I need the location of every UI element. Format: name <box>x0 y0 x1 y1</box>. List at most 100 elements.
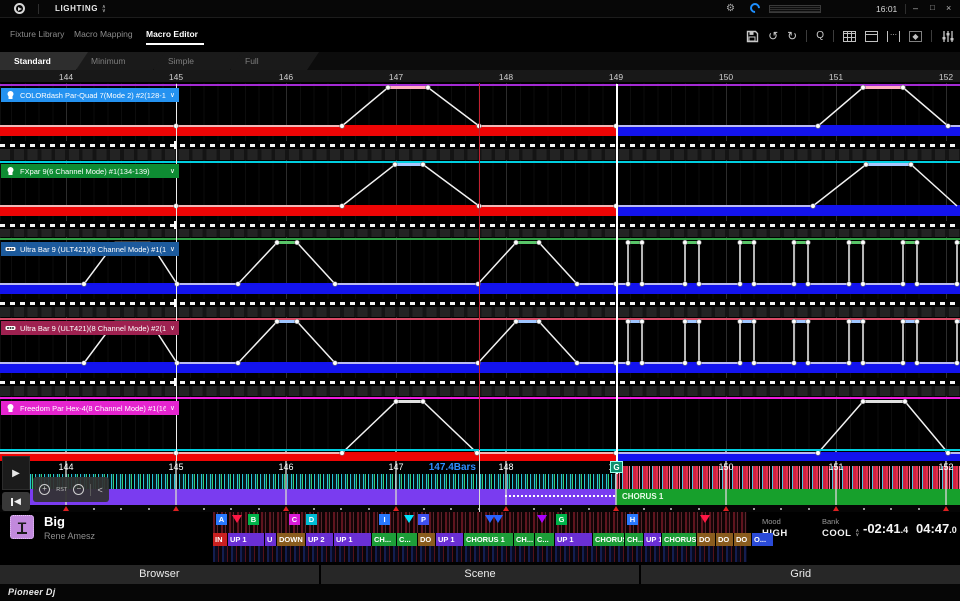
envelope-point[interactable] <box>738 240 743 245</box>
save-icon[interactable] <box>746 30 759 43</box>
envelope-point[interactable] <box>847 240 852 245</box>
editor-bar-ruler[interactable]: 144145146147148149150151152 <box>0 70 960 83</box>
cue-point-badge[interactable]: G <box>556 514 567 525</box>
cue-point-triangle-icon[interactable] <box>493 515 503 523</box>
envelope-point[interactable] <box>752 282 757 287</box>
cue-point-badge[interactable]: A <box>216 514 227 525</box>
envelope-point[interactable] <box>811 204 816 209</box>
quantize-button[interactable]: Q <box>816 29 824 43</box>
cue-point-triangle-icon[interactable] <box>700 515 710 523</box>
envelope-point[interactable] <box>806 282 811 287</box>
envelope-point[interactable] <box>792 319 797 324</box>
envelope-point[interactable] <box>333 361 338 366</box>
chevron-down-icon[interactable]: ∨ <box>170 324 175 332</box>
overview-phrase-strip-right[interactable] <box>616 489 960 505</box>
envelope-point[interactable] <box>683 361 688 366</box>
envelope-point[interactable] <box>738 361 743 366</box>
phrase-segment[interactable]: UP 2 <box>306 533 333 546</box>
envelope-point[interactable] <box>901 282 906 287</box>
envelope-point[interactable] <box>275 240 280 245</box>
envelope-point[interactable] <box>386 85 391 90</box>
envelope-point[interactable] <box>537 240 542 245</box>
envelope-point[interactable] <box>683 240 688 245</box>
keyframe-icon[interactable]: ◆ <box>909 31 922 42</box>
phrase-segment[interactable]: DO <box>734 533 751 546</box>
envelope-point[interactable] <box>82 282 87 287</box>
envelope-point[interactable] <box>340 451 345 456</box>
skip-to-start-button[interactable]: ◀ <box>2 492 30 511</box>
envelope-point[interactable] <box>915 361 920 366</box>
minimize-button[interactable]: – <box>913 3 918 13</box>
envelope-point[interactable] <box>640 361 645 366</box>
cue-marker-g[interactable]: G <box>610 461 623 473</box>
envelope-point[interactable] <box>697 240 702 245</box>
cue-marker-line[interactable] <box>616 84 618 474</box>
envelope-point[interactable] <box>901 240 906 245</box>
mode-title[interactable]: LIGHTING∧∨ <box>55 4 106 13</box>
collapse-panel-button[interactable]: < <box>98 485 103 495</box>
envelope-point[interactable] <box>275 319 280 324</box>
cue-point-badge[interactable]: I <box>379 514 390 525</box>
envelope-point[interactable] <box>861 85 866 90</box>
envelope-point[interactable] <box>640 282 645 287</box>
envelope-point[interactable] <box>626 319 631 324</box>
grid-button[interactable]: Grid <box>641 565 960 584</box>
chevron-down-icon[interactable]: ∨ <box>170 245 175 253</box>
phrase-segment[interactable]: UP 1 <box>644 533 661 546</box>
envelope-point[interactable] <box>946 451 951 456</box>
range-select-icon[interactable]: ⋯ <box>887 31 900 42</box>
envelope-point[interactable] <box>955 240 960 245</box>
envelope-point[interactable] <box>683 319 688 324</box>
envelope-point[interactable] <box>514 240 519 245</box>
phrase-segment[interactable]: CHORUS 1 <box>464 533 513 546</box>
bank-value[interactable]: COOL∧∨ <box>822 528 860 539</box>
tab-fixture-library[interactable]: Fixture Library <box>10 29 64 39</box>
envelope-point[interactable] <box>394 399 399 404</box>
envelope-point[interactable] <box>626 361 631 366</box>
envelope-point[interactable] <box>847 361 852 366</box>
envelope-point[interactable] <box>575 282 580 287</box>
envelope-point[interactable] <box>683 282 688 287</box>
phrase-segment[interactable]: C... <box>535 533 554 546</box>
envelope-point[interactable] <box>915 240 920 245</box>
subtab-standard[interactable]: Standard <box>0 52 88 70</box>
master-slider[interactable] <box>769 5 821 13</box>
cue-point-badge[interactable]: D <box>306 514 317 525</box>
envelope-point[interactable] <box>792 361 797 366</box>
tab-macro-editor[interactable]: Macro Editor <box>146 29 198 39</box>
envelope-point[interactable] <box>816 451 821 456</box>
phrase-segment[interactable]: DO <box>418 533 435 546</box>
tab-macro-mapping[interactable]: Macro Mapping <box>74 29 133 39</box>
envelope-point[interactable] <box>806 319 811 324</box>
maximize-button[interactable]: □ <box>930 3 935 12</box>
bank-spinner-icon[interactable]: ∧∨ <box>855 529 859 537</box>
phrase-segment[interactable]: DO <box>697 533 715 546</box>
subtab-full[interactable]: Full <box>231 52 319 70</box>
envelope-point[interactable] <box>861 319 866 324</box>
envelope-point[interactable] <box>806 361 811 366</box>
cue-point-badge[interactable]: P <box>418 514 429 525</box>
envelope-point[interactable] <box>697 319 702 324</box>
phrase-segment[interactable]: UP 1 <box>334 533 371 546</box>
envelope-point[interactable] <box>861 282 866 287</box>
envelope-point[interactable] <box>861 399 866 404</box>
phrase-segment[interactable]: DOWN <box>277 533 305 546</box>
envelope-point[interactable] <box>340 204 345 209</box>
cue-point-triangle-icon[interactable] <box>232 515 242 523</box>
phrase-segment[interactable]: C... <box>397 533 417 546</box>
envelope-point[interactable] <box>626 240 631 245</box>
scene-button[interactable]: Scene <box>321 565 640 584</box>
phrase-segment[interactable]: UP 1 <box>436 533 463 546</box>
envelope-point[interactable] <box>955 282 960 287</box>
envelope-point[interactable] <box>697 282 702 287</box>
cue-point-badge[interactable]: H <box>627 514 638 525</box>
envelope-point[interactable] <box>915 319 920 324</box>
envelope-point[interactable] <box>236 361 241 366</box>
mode-switch-icon[interactable]: ∧∨ <box>102 5 106 13</box>
zoom-in-icon[interactable]: + <box>39 484 50 495</box>
envelope-point[interactable] <box>752 319 757 324</box>
phrase-segment[interactable]: CHORUS 1 <box>593 533 624 546</box>
envelope-point[interactable] <box>295 240 300 245</box>
track-badge[interactable]: FXpar 9(6 Channel Mode) #1(134-139)∨ <box>1 164 179 178</box>
envelope-point[interactable] <box>752 240 757 245</box>
